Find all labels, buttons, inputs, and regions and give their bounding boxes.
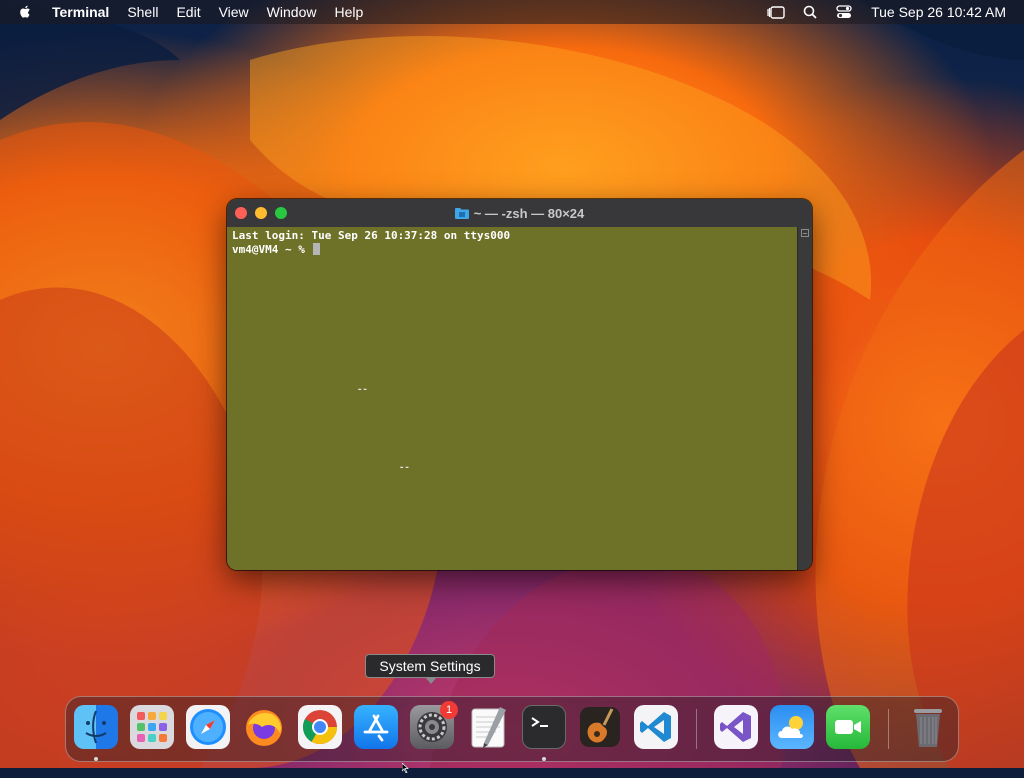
weather-icon[interactable] [770, 705, 814, 749]
dock: 1 [65, 696, 959, 762]
render-artifact: -- [399, 463, 410, 473]
menu-bar-left: Terminal Shell Edit View Window Help [0, 0, 372, 24]
menu-view[interactable]: View [210, 0, 258, 24]
dock-tooltip-label: System Settings [379, 658, 481, 674]
render-artifact: -- [357, 385, 368, 395]
system-settings-icon[interactable]: 1 [410, 701, 458, 749]
terminal-titlebar[interactable]: ~ — -zsh — 80×24 [227, 199, 812, 228]
control-center-icon[interactable] [834, 4, 854, 20]
firefox-icon[interactable] [242, 705, 286, 749]
dock-tooltip: System Settings [365, 654, 495, 684]
finder-running-indicator [94, 757, 98, 761]
close-button[interactable] [235, 207, 247, 219]
menu-bar-status: Tue Sep 26 10:42 AM [759, 0, 1024, 24]
menu-window[interactable]: Window [258, 0, 326, 24]
finder-icon[interactable] [74, 705, 118, 749]
mouse-pointer-icon [401, 760, 412, 774]
dock-separator [696, 709, 697, 749]
notification-badge: 1 [440, 701, 458, 719]
prompt-text: vm4@VM4 ~ % [232, 243, 312, 256]
visual-studio-icon[interactable] [714, 705, 758, 749]
terminal-content[interactable]: Last login: Tue Sep 26 10:37:28 on ttys0… [227, 227, 798, 570]
terminal-icon[interactable] [522, 705, 566, 749]
menu-help[interactable]: Help [325, 0, 372, 24]
safari-icon[interactable] [186, 705, 230, 749]
stage-manager-icon[interactable] [766, 4, 786, 20]
facetime-icon[interactable] [826, 705, 870, 749]
terminal-line-login: Last login: Tue Sep 26 10:37:28 on ttys0… [232, 229, 511, 242]
menu-clock[interactable]: Tue Sep 26 10:42 AM [871, 4, 1006, 20]
textedit-icon[interactable] [466, 705, 510, 749]
menu-app-terminal[interactable]: Terminal [52, 0, 118, 24]
terminal-window: ~ — -zsh — 80×24 Last login: Tue Sep 26 … [227, 199, 812, 570]
traffic-lights [235, 207, 287, 219]
spotlight-search-icon[interactable] [800, 4, 820, 20]
zoom-button[interactable] [275, 207, 287, 219]
text-cursor [313, 243, 321, 255]
terminal-scrollbar[interactable] [797, 227, 812, 570]
menu-bar: Terminal Shell Edit View Window Help Tue… [0, 0, 1024, 24]
launchpad-icon[interactable] [130, 705, 174, 749]
menu-shell[interactable]: Shell [118, 0, 167, 24]
terminal-line-prompt: vm4@VM4 ~ % [232, 243, 793, 257]
garageband-icon[interactable] [578, 705, 622, 749]
chrome-icon[interactable] [298, 705, 342, 749]
app-store-icon[interactable] [354, 705, 398, 749]
terminal-running-indicator [542, 757, 546, 761]
apple-menu-icon[interactable] [18, 4, 34, 20]
window-title-text: ~ — -zsh — 80×24 [473, 205, 585, 221]
window-title: ~ — -zsh — 80×24 [227, 199, 812, 227]
home-folder-icon [454, 207, 469, 219]
menu-edit[interactable]: Edit [167, 0, 209, 24]
dock-separator [888, 709, 889, 749]
split-pane-button[interactable] [801, 229, 809, 237]
minimize-button[interactable] [255, 207, 267, 219]
vscode-icon[interactable] [634, 705, 678, 749]
trash-icon[interactable] [906, 705, 950, 749]
